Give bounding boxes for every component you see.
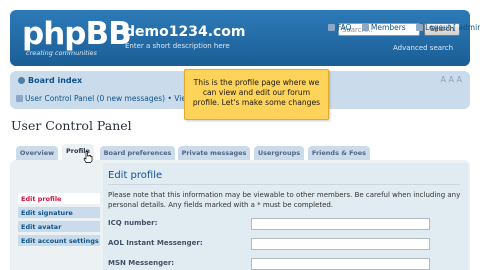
site-title: demo1234.com	[125, 24, 246, 40]
members-label: Members	[370, 23, 406, 32]
tab-board-preferences[interactable]: Board preferences	[100, 146, 175, 160]
aim-label: AOL Instant Messenger:	[108, 239, 203, 247]
navbar-user-links: FAQ Members Logout [ admin ]	[328, 23, 480, 32]
logo-text: phpBB	[22, 16, 132, 52]
ucp-link-label: User Control Panel (0 new messages) • Vi…	[25, 94, 186, 103]
ucp-link[interactable]: User Control Panel (0 new messages) • Vi…	[16, 94, 186, 103]
icq-label: ICQ number:	[108, 219, 158, 227]
tutorial-tooltip: This is the profile page where we can vi…	[184, 69, 329, 120]
icq-field[interactable]	[251, 218, 430, 230]
side-menu-edit-account-settings[interactable]: Edit account settings	[18, 235, 100, 247]
members-link[interactable]: Members	[361, 23, 410, 32]
phpbb-logo[interactable]: phpBB creating communities	[22, 16, 132, 60]
hand-cursor-icon	[83, 151, 93, 163]
home-icon	[18, 77, 25, 84]
members-icon	[361, 24, 369, 31]
advanced-search-link[interactable]: Advanced search	[393, 44, 453, 52]
side-menu-edit-signature[interactable]: Edit signature	[18, 207, 100, 219]
msn-field[interactable]	[251, 258, 430, 270]
site-header: phpBB creating communities demo1234.com …	[10, 10, 470, 66]
side-menu-edit-profile[interactable]: Edit profile	[18, 193, 100, 205]
logout-link[interactable]: Logout [ admin ]	[416, 23, 480, 32]
tab-friends-foes[interactable]: Friends & Foes	[308, 146, 370, 160]
page: phpBB creating communities demo1234.com …	[0, 0, 480, 270]
tab-overview[interactable]: Overview	[16, 146, 58, 160]
tab-usergroups[interactable]: Usergroups	[254, 146, 304, 160]
faq-link[interactable]: FAQ	[328, 23, 356, 32]
faq-icon	[328, 24, 335, 31]
logout-label: Logout [ admin ]	[425, 23, 480, 32]
side-menu-edit-avatar[interactable]: Edit avatar	[18, 221, 100, 233]
site-description: Enter a short description here	[125, 42, 230, 50]
logout-icon	[416, 24, 424, 31]
section-heading: Edit profile	[108, 170, 163, 181]
board-index-label: Board index	[28, 76, 83, 85]
ucp-icon	[16, 95, 23, 102]
aim-field[interactable]	[251, 238, 430, 250]
board-index-link[interactable]: Board index	[18, 76, 82, 85]
faq-label: FAQ	[337, 23, 352, 32]
logo-subtitle: creating communities	[26, 49, 97, 57]
page-title: User Control Panel	[11, 118, 132, 133]
divider	[108, 184, 460, 185]
font-resize-control[interactable]: A A A	[440, 75, 462, 84]
privacy-notice: Please note that this information may be…	[108, 191, 461, 209]
msn-label: MSN Messenger:	[108, 259, 175, 267]
tab-private-messages[interactable]: Private messages	[178, 146, 250, 160]
